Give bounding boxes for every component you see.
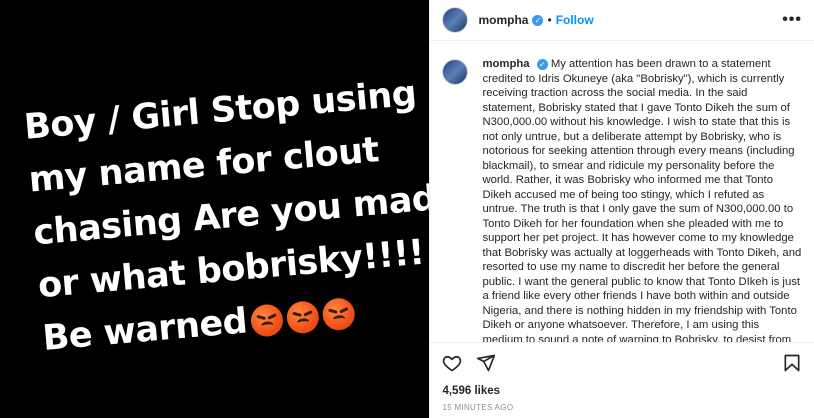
image-text: Boy / Girl Stop using my name for clout … <box>22 67 430 366</box>
caption-text: My attention has been drawn to a stateme… <box>482 58 802 342</box>
image-text-line: Be warned <box>40 301 249 360</box>
angry-face-icon <box>249 303 285 338</box>
share-icon[interactable] <box>476 353 496 373</box>
more-options-icon[interactable]: ••• <box>782 11 802 29</box>
caption-avatar[interactable] <box>442 59 469 85</box>
follow-button[interactable]: Follow <box>556 13 594 27</box>
post-timestamp[interactable]: 15 MINUTES AGO <box>442 403 802 412</box>
separator-dot: • <box>547 13 552 27</box>
heart-icon[interactable] <box>442 353 462 373</box>
caption: mompha ✓ My attention has been drawn to … <box>442 57 802 342</box>
angry-face-icon <box>285 300 321 335</box>
angry-face-icon <box>321 296 357 332</box>
verified-badge-icon: ✓ <box>532 14 544 26</box>
comments-section[interactable]: mompha ✓ My attention has been drawn to … <box>430 41 814 342</box>
avatar[interactable] <box>442 7 469 33</box>
caption-username[interactable]: mompha <box>482 58 529 70</box>
post-sidebar: mompha ✓ • Follow ••• mompha ✓ My attent… <box>429 0 814 418</box>
bookmark-icon[interactable] <box>782 353 802 373</box>
header-username[interactable]: mompha <box>478 13 528 27</box>
verified-badge-icon: ✓ <box>536 58 548 70</box>
action-bar <box>442 349 802 377</box>
post-header: mompha ✓ • Follow ••• <box>430 0 814 41</box>
likes-count[interactable]: 4,596 likes <box>442 385 802 397</box>
instagram-post: Boy / Girl Stop using my name for clout … <box>0 0 814 418</box>
caption-body: mompha ✓ My attention has been drawn to … <box>482 57 802 342</box>
post-actions-area: 4,596 likes 15 MINUTES AGO <box>430 342 814 418</box>
post-image[interactable]: Boy / Girl Stop using my name for clout … <box>0 0 430 418</box>
